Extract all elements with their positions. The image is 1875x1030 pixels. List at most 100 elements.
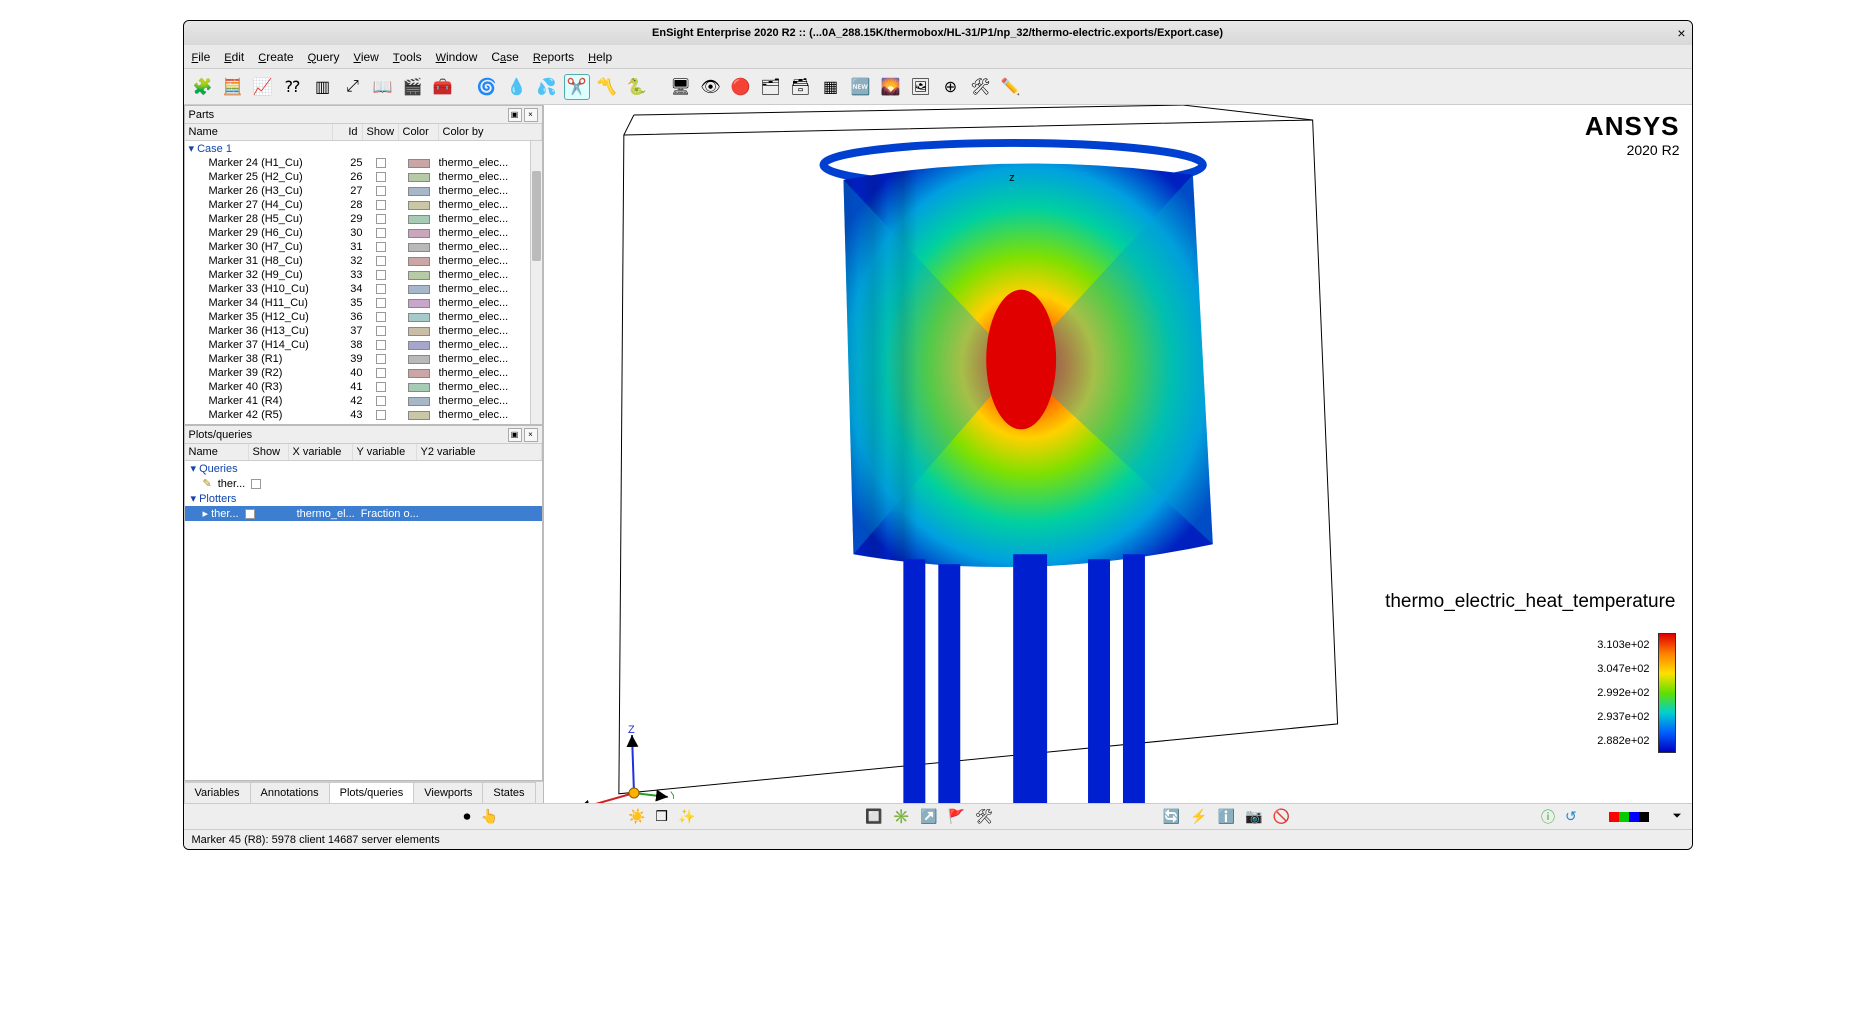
wrench2-icon[interactable]: 🛠 <box>975 808 993 825</box>
parts-row[interactable]: Marker 36 (H13_Cu)37thermo_elec... <box>185 324 530 338</box>
book-icon[interactable]: 📖 <box>370 74 396 100</box>
color-swatch-icon[interactable] <box>1609 812 1649 822</box>
drops-icon[interactable]: 💦 <box>534 74 560 100</box>
stripes-icon[interactable]: 〽️ <box>594 74 620 100</box>
viewport-3d[interactable]: z ANSYS 2020 R2 thermo_electric_heat_tem… <box>544 105 1692 803</box>
col-name[interactable]: Name <box>185 124 333 140</box>
menu-view[interactable]: View <box>354 50 379 64</box>
reload-icon[interactable]: 🔄 <box>1163 808 1180 825</box>
menu-query[interactable]: Query <box>308 50 340 64</box>
pencil-icon[interactable]: ✏️ <box>998 74 1024 100</box>
layers2-icon[interactable]: 🗃 <box>788 74 814 100</box>
camera-icon[interactable]: 📷 <box>1245 808 1262 825</box>
parts-row[interactable]: Marker 32 (H9_Cu)33thermo_elec... <box>185 268 530 282</box>
parts-row[interactable]: Marker 29 (H6_Cu)30thermo_elec... <box>185 226 530 240</box>
case-item[interactable]: ▾ Case 1 <box>185 141 530 156</box>
parts-list[interactable]: ▾ Case 1 Marker 24 (H1_Cu)25thermo_elec.… <box>185 141 530 424</box>
parts-row[interactable]: Marker 38 (R1)39thermo_elec... <box>185 352 530 366</box>
eye-icon[interactable]: 👁 <box>698 74 724 100</box>
record-icon[interactable]: ⏺ <box>464 808 471 825</box>
calc-icon[interactable]: 🧮 <box>220 74 246 100</box>
tab-plotsqueries[interactable]: Plots/queries <box>329 782 415 803</box>
parts-row[interactable]: Marker 24 (H1_Cu)25thermo_elec... <box>185 156 530 170</box>
palette-icon[interactable]: 🔴 <box>728 74 754 100</box>
menu-reports[interactable]: Reports <box>533 50 574 64</box>
menu-edit[interactable]: Edit <box>224 50 244 64</box>
views-icon[interactable]: ▥ <box>310 74 336 100</box>
parts-row[interactable]: Marker 39 (R2)40thermo_elec... <box>185 366 530 380</box>
parts-row[interactable]: Marker 27 (H4_Cu)28thermo_elec... <box>185 198 530 212</box>
parts-row[interactable]: Marker 37 (H14_Cu)38thermo_elec... <box>185 338 530 352</box>
target-icon[interactable]: ⊕ <box>938 74 964 100</box>
parts-row[interactable]: Marker 28 (H5_Cu)29thermo_elec... <box>185 212 530 226</box>
plots-list[interactable]: ▾ Queries ✎ther... ▾ Plotters ▸ ther... … <box>185 461 542 780</box>
parts-row[interactable]: Marker 40 (R3)41thermo_elec... <box>185 380 530 394</box>
plot-icon[interactable]: 📈 <box>250 74 276 100</box>
flag-icon[interactable]: 🚩 <box>948 808 965 825</box>
swirl-icon[interactable]: 🌀 <box>474 74 500 100</box>
parts-row[interactable]: Marker 30 (H7_Cu)31thermo_elec... <box>185 240 530 254</box>
drop-icon[interactable]: 💧 <box>504 74 530 100</box>
tab-states[interactable]: States <box>482 782 535 803</box>
parts-scrollbar[interactable] <box>530 141 542 424</box>
bound-icon[interactable]: 🔲 <box>865 808 882 825</box>
panel-float-icon[interactable]: ▣ <box>508 428 522 442</box>
menu-help[interactable]: Help <box>588 50 612 64</box>
sparkle-icon[interactable]: ✨ <box>678 808 695 825</box>
sun-icon[interactable]: ☀️ <box>628 808 645 825</box>
gear-icon[interactable]: 🖼 <box>908 74 934 100</box>
query-item[interactable]: ✎ther... <box>185 476 542 491</box>
dropdown-icon[interactable]: ⏷ <box>1673 810 1682 823</box>
panel-close-icon[interactable]: × <box>524 428 538 442</box>
scissors-icon[interactable]: ✂️ <box>564 74 590 100</box>
col-id[interactable]: Id <box>333 124 363 140</box>
grid-icon[interactable]: ▦ <box>818 74 844 100</box>
col-show[interactable]: Show <box>363 124 399 140</box>
toolbox-icon[interactable]: 🧰 <box>430 74 456 100</box>
menu-window[interactable]: Window <box>436 50 478 64</box>
swirl2-icon[interactable]: 🐍 <box>624 74 650 100</box>
puzzle-icon[interactable]: 🧩 <box>190 74 216 100</box>
globe-icon[interactable]: 🌄 <box>878 74 904 100</box>
parts-row[interactable]: Marker 42 (R5)43thermo_elec... <box>185 408 530 422</box>
arrow-icon[interactable]: ↗️ <box>920 808 937 825</box>
wrench-icon[interactable]: 🛠 <box>968 74 994 100</box>
units-icon[interactable]: ⁇ <box>280 74 306 100</box>
panel-float-icon[interactable]: ▣ <box>508 108 522 122</box>
menu-file[interactable]: File <box>192 50 211 64</box>
axis-icon[interactable]: ⤢ <box>340 74 366 100</box>
tab-viewports[interactable]: Viewports <box>413 782 483 803</box>
info2-icon[interactable]: ℹ️ <box>1218 808 1235 825</box>
tab-variables[interactable]: Variables <box>184 782 251 803</box>
refresh-icon[interactable]: ↺ <box>1565 808 1577 825</box>
plotters-node[interactable]: ▾ Plotters <box>185 491 542 506</box>
layers1-icon[interactable]: 🗂 <box>758 74 784 100</box>
cube-icon[interactable]: ❒ <box>655 808 668 825</box>
parts-row[interactable]: Marker 25 (H2_Cu)26thermo_elec... <box>185 170 530 184</box>
menu-tools[interactable]: Tools <box>393 50 422 64</box>
info-icon[interactable]: ⓘ <box>1541 807 1555 827</box>
redx-icon[interactable]: 🚫 <box>1273 808 1290 825</box>
menu-case[interactable]: Case <box>491 50 518 64</box>
axis2-icon[interactable]: ✳️ <box>893 808 910 825</box>
parts-row[interactable]: Marker 35 (H12_Cu)36thermo_elec... <box>185 310 530 324</box>
parts-row[interactable]: Marker 43 (R6)44thermo_elec... <box>185 422 530 424</box>
panel-close-icon[interactable]: × <box>524 108 538 122</box>
col-colorby[interactable]: Color by <box>439 124 542 140</box>
parts-row[interactable]: Marker 34 (H11_Cu)35thermo_elec... <box>185 296 530 310</box>
screen-icon[interactable]: 🖥 <box>668 74 694 100</box>
bolt-icon[interactable]: ⚡ <box>1190 808 1207 825</box>
parts-row[interactable]: Marker 41 (R4)42thermo_elec... <box>185 394 530 408</box>
plotter-item[interactable]: ▸ ther... thermo_el... Fraction o... <box>185 506 542 521</box>
clapper-icon[interactable]: 🎬 <box>400 74 426 100</box>
parts-row[interactable]: Marker 31 (H8_Cu)32thermo_elec... <box>185 254 530 268</box>
new-icon[interactable]: 🆕 <box>848 74 874 100</box>
menu-create[interactable]: Create <box>258 50 293 64</box>
queries-node[interactable]: ▾ Queries <box>185 461 542 476</box>
tab-annotations[interactable]: Annotations <box>250 782 330 803</box>
parts-row[interactable]: Marker 33 (H10_Cu)34thermo_elec... <box>185 282 530 296</box>
parts-row[interactable]: Marker 26 (H3_Cu)27thermo_elec... <box>185 184 530 198</box>
close-icon[interactable]: × <box>1677 25 1685 41</box>
hand-icon[interactable]: 👆 <box>481 808 498 825</box>
col-color[interactable]: Color <box>399 124 439 140</box>
